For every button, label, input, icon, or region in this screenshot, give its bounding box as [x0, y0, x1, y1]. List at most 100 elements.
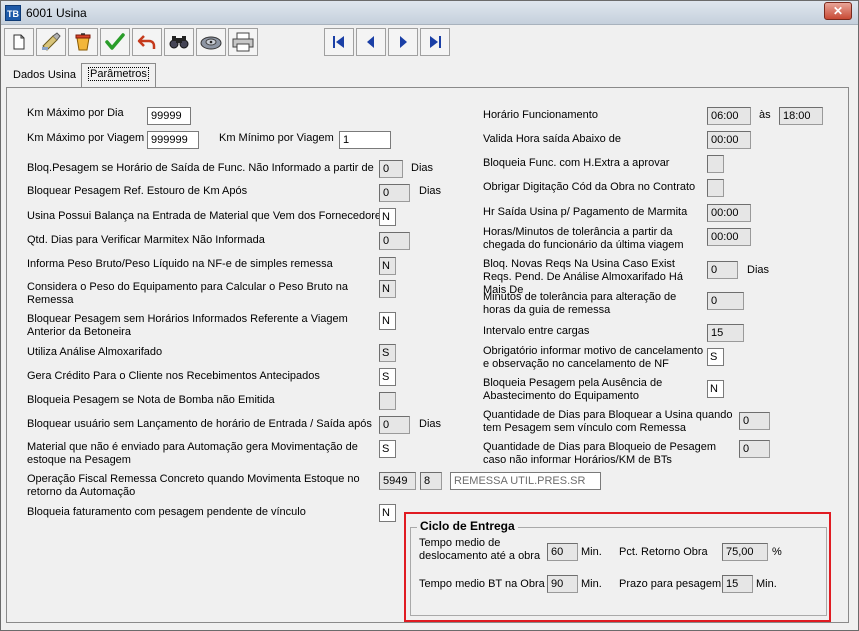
- dias-vinculo-label: Quantidade de Dias para Bloquear a Usina…: [483, 409, 733, 434]
- search-icon: [169, 36, 189, 49]
- op-fiscal-code-input[interactable]: 5949: [379, 472, 416, 490]
- hr-saida-label: Hr Saída Usina p/ Pagamento de Marmita: [483, 206, 688, 218]
- delete-button[interactable]: [68, 28, 98, 56]
- next-record-button[interactable]: [388, 28, 418, 56]
- balanca-input[interactable]: N: [379, 208, 396, 226]
- valida-hora-input[interactable]: 00:00: [707, 131, 751, 149]
- automacao-input[interactable]: S: [379, 440, 396, 458]
- new-button[interactable]: [4, 28, 34, 56]
- undo-button[interactable]: [132, 28, 162, 56]
- abastecimento-input[interactable]: N: [707, 380, 724, 398]
- valida-hora-label: Valida Hora saída Abaixo de: [483, 133, 621, 145]
- bloq-km-input[interactable]: 0: [379, 184, 410, 202]
- peso-equip-input[interactable]: N: [379, 280, 396, 298]
- bloq-horarios-input[interactable]: N: [379, 312, 396, 330]
- peso-equip-label: Considera o Peso do Equipamento para Cal…: [27, 281, 349, 306]
- first-record-button[interactable]: [324, 28, 354, 56]
- bloq-usuario-input[interactable]: 0: [379, 416, 410, 434]
- km-max-dia-label: Km Máximo por Dia: [27, 107, 124, 119]
- retorno-label: Pct. Retorno Obra: [619, 546, 708, 558]
- next-icon: [400, 36, 407, 48]
- hr-saida-input[interactable]: 00:00: [707, 204, 751, 222]
- confirm-icon: [105, 33, 125, 50]
- app-window: TB 6001 Usina ✕ Dados Usina Parâmetros K…: [0, 0, 859, 631]
- tolerancia-guia-label: Minutos de tolerância para alteração de …: [483, 291, 677, 316]
- dias-horarios-input[interactable]: 0: [739, 440, 770, 458]
- bloq-km-label: Bloquear Pesagem Ref. Estouro de Km Após: [27, 185, 248, 197]
- last-record-button[interactable]: [420, 28, 450, 56]
- km-max-viagem-input[interactable]: 999999: [147, 131, 199, 149]
- retorno-unit: %: [772, 546, 782, 558]
- bloq-usuario-unit: Dias: [419, 418, 442, 430]
- obra-contrato-input[interactable]: [707, 179, 724, 197]
- dias-vinculo-input[interactable]: 0: [739, 412, 770, 430]
- marmitex-label: Qtd. Dias para Verificar Marmitex Não In…: [27, 234, 265, 246]
- bt-obra-unit: Min.: [581, 578, 602, 590]
- bomba-input[interactable]: [379, 392, 396, 410]
- bloq-fat-label: Bloqueia faturamento com pesagem pendent…: [27, 506, 306, 518]
- tolerancia-guia-input[interactable]: 0: [707, 292, 744, 310]
- peso-nfe-input[interactable]: N: [379, 257, 396, 275]
- balanca-label: Usina Possui Balança na Entrada de Mater…: [27, 210, 387, 222]
- op-fiscal-desc-field: REMESSA UTIL.PRES.SR: [450, 472, 601, 490]
- automacao-label: Material que não é enviado para Automaçã…: [27, 441, 358, 466]
- prazo-input[interactable]: 15: [722, 575, 753, 593]
- vault-button[interactable]: [196, 28, 226, 56]
- title-bar: TB 6001 Usina ✕: [1, 1, 858, 25]
- almox-input[interactable]: S: [379, 344, 396, 362]
- tolerancia-chegada-input[interactable]: 00:00: [707, 228, 751, 246]
- print-button[interactable]: [228, 28, 258, 56]
- op-fiscal-label: Operação Fiscal Remessa Concreto quando …: [27, 473, 360, 498]
- km-max-viagem-label: Km Máximo por Viagem: [27, 132, 145, 144]
- credito-input[interactable]: S: [379, 368, 396, 386]
- tolerancia-chegada-label: Horas/Minutos de tolerância a partir da …: [483, 226, 684, 251]
- motivo-label: Obrigatório informar motivo de cancelame…: [483, 345, 704, 370]
- intervalo-input[interactable]: 15: [707, 324, 744, 342]
- close-button[interactable]: ✕: [824, 2, 852, 20]
- tab-parametros-label: Parâmetros: [88, 67, 149, 81]
- toolbar: [1, 25, 858, 59]
- window-title: 6001 Usina: [26, 6, 87, 20]
- retorno-input[interactable]: 75,00: [722, 543, 768, 561]
- undo-icon: [137, 35, 156, 49]
- prazo-label: Prazo para pesagem: [619, 578, 722, 590]
- horario-func-end-input[interactable]: 18:00: [779, 107, 823, 125]
- tab-parametros[interactable]: Parâmetros: [81, 63, 156, 87]
- vault-icon: [200, 36, 222, 50]
- bt-obra-label: Tempo medio BT na Obra: [419, 578, 545, 590]
- op-fiscal-seq-input[interactable]: 8: [420, 472, 442, 490]
- new-icon: [13, 34, 25, 50]
- bloq-reqs-unit: Dias: [747, 264, 770, 276]
- previous-icon: [367, 36, 374, 48]
- km-min-viagem-label: Km Mínimo por Viagem: [219, 132, 334, 144]
- delete-icon: [75, 33, 91, 51]
- bloq-reqs-input[interactable]: 0: [707, 261, 738, 279]
- credito-label: Gera Crédito Para o Cliente nos Recebime…: [27, 370, 320, 382]
- prazo-unit: Min.: [756, 578, 777, 590]
- bloq-fat-input[interactable]: N: [379, 504, 396, 522]
- clean-icon: [42, 32, 61, 51]
- motivo-input[interactable]: S: [707, 348, 724, 366]
- deslocamento-input[interactable]: 60: [547, 543, 578, 561]
- bloq-saida-input[interactable]: 0: [379, 160, 403, 178]
- tab-dados-usina[interactable]: Dados Usina: [7, 65, 82, 87]
- last-icon: [430, 36, 441, 48]
- bloq-horarios-label: Bloquear Pesagem sem Horários Informados…: [27, 313, 348, 338]
- first-icon: [333, 36, 344, 48]
- bloq-extra-input[interactable]: [707, 155, 724, 173]
- search-button[interactable]: [164, 28, 194, 56]
- km-max-dia-input[interactable]: 99999: [147, 107, 191, 125]
- abastecimento-label: Bloqueia Pesagem pela Ausência de Abaste…: [483, 377, 663, 402]
- km-min-viagem-input[interactable]: 1: [339, 131, 391, 149]
- previous-record-button[interactable]: [356, 28, 386, 56]
- bloq-extra-label: Bloqueia Func. com H.Extra a aprovar: [483, 157, 670, 169]
- bloq-km-unit: Dias: [419, 185, 442, 197]
- confirm-button[interactable]: [100, 28, 130, 56]
- marmitex-input[interactable]: 0: [379, 232, 410, 250]
- peso-nfe-label: Informa Peso Bruto/Peso Líquido na NF-e …: [27, 258, 333, 270]
- bt-obra-input[interactable]: 90: [547, 575, 578, 593]
- horario-func-label: Horário Funcionamento: [483, 109, 598, 121]
- horario-func-start-input[interactable]: 06:00: [707, 107, 751, 125]
- clean-button[interactable]: [36, 28, 66, 56]
- dias-horarios-label: Quantidade de Dias para Bloqueio de Pesa…: [483, 441, 716, 466]
